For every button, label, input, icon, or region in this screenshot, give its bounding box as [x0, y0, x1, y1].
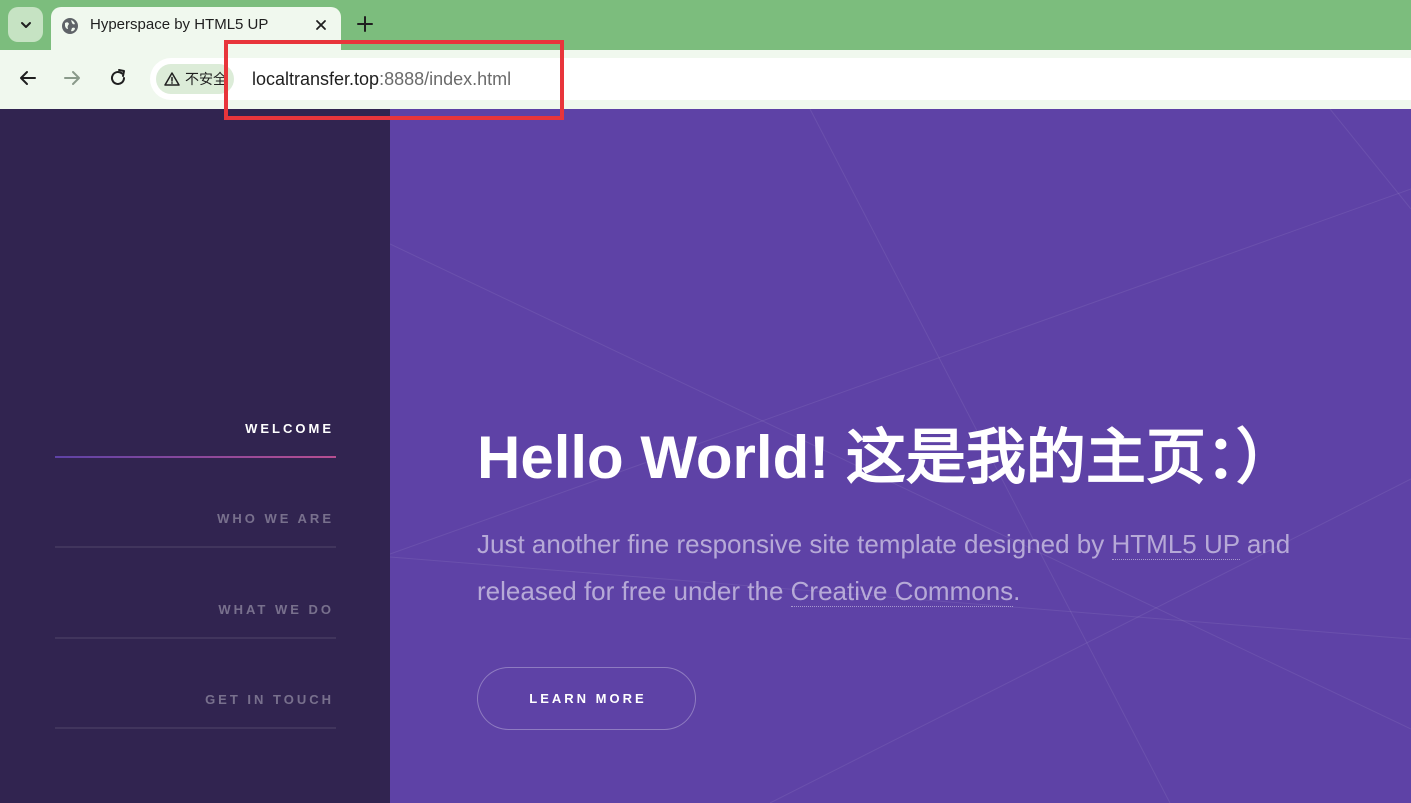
sidebar-item-what-we-do[interactable]: WHAT WE DO	[55, 548, 336, 639]
back-arrow-icon[interactable]	[17, 67, 39, 89]
sidebar-item-who-we-are[interactable]: WHO WE ARE	[55, 457, 336, 548]
sidebar-item-welcome[interactable]: WELCOME	[55, 367, 336, 458]
sidebar-item-get-in-touch[interactable]: GET IN TOUCH	[55, 638, 336, 729]
tab-search-button[interactable]	[8, 7, 43, 42]
browser-toolbar: 不安全 localtransfer.top:8888/index.html	[0, 50, 1411, 109]
annotation-highlight-box	[224, 40, 564, 120]
hero-text-part: .	[1013, 576, 1021, 606]
creative-commons-link[interactable]: Creative Commons	[790, 576, 1014, 607]
hero-description: Just another fine responsive site templa…	[477, 521, 1297, 615]
security-label: 不安全	[185, 71, 227, 87]
sidebar-item-label: WHO WE ARE	[217, 511, 334, 526]
warning-triangle-icon	[164, 72, 180, 86]
forward-arrow-icon[interactable]	[61, 67, 83, 89]
reload-icon[interactable]	[107, 67, 129, 89]
html5up-link[interactable]: HTML5 UP	[1111, 529, 1240, 560]
hero-title: Hello World! 这是我的主页：）	[477, 424, 1296, 491]
hero-text-part: Just another fine responsive site templa…	[477, 529, 1112, 559]
browser-tab-strip: Hyperspace by HTML5 UP	[0, 0, 1411, 50]
sidebar: WELCOME WHO WE ARE WHAT WE DO GET IN TOU…	[0, 109, 390, 803]
tab-title: Hyperspace by HTML5 UP	[90, 16, 269, 33]
plus-icon[interactable]	[356, 15, 374, 33]
globe-icon	[62, 18, 78, 34]
sidebar-item-label: WELCOME	[245, 421, 334, 436]
chevron-down-icon	[20, 21, 31, 28]
security-chip[interactable]: 不安全	[156, 64, 234, 94]
page-viewport: WELCOME WHO WE ARE WHAT WE DO GET IN TOU…	[0, 109, 1411, 803]
close-icon[interactable]	[313, 17, 329, 33]
sidebar-item-underline	[55, 727, 336, 729]
learn-more-button[interactable]: LEARN MORE	[477, 667, 696, 730]
sidebar-item-label: WHAT WE DO	[218, 602, 334, 617]
sidebar-item-label: GET IN TOUCH	[205, 692, 334, 707]
